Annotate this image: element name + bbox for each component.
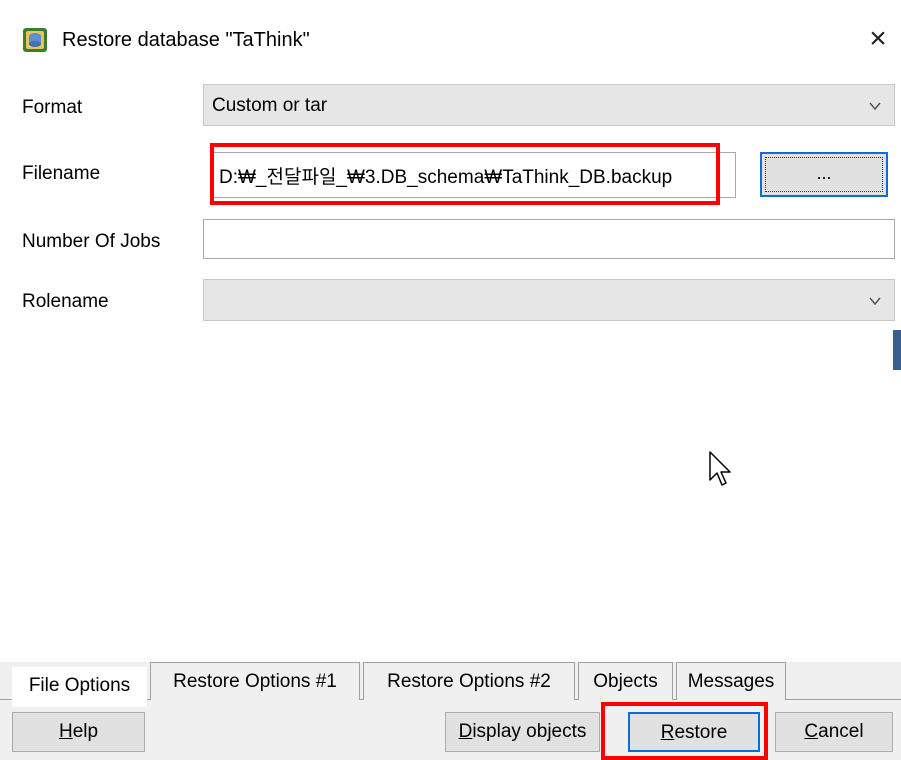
number-of-jobs-input[interactable] bbox=[203, 219, 895, 259]
database-restore-icon bbox=[22, 27, 48, 53]
tab-file-options[interactable]: File Options bbox=[12, 667, 147, 707]
help-button[interactable]: Help bbox=[12, 712, 145, 752]
tab-restore-options-1[interactable]: Restore Options #1 bbox=[150, 662, 360, 700]
rolename-label: Rolename bbox=[22, 291, 109, 312]
filename-label: Filename bbox=[22, 163, 101, 184]
restore-button[interactable]: Restore bbox=[628, 712, 760, 752]
window-title: Restore database "TaThink" bbox=[62, 29, 310, 51]
tab-messages[interactable]: Messages bbox=[676, 662, 786, 700]
tab-objects[interactable]: Objects bbox=[578, 662, 673, 700]
browse-button[interactable]: ... bbox=[760, 152, 888, 197]
format-value: Custom or tar bbox=[212, 95, 328, 116]
rolename-select[interactable] bbox=[203, 279, 895, 321]
format-label: Format bbox=[22, 97, 83, 118]
mouse-pointer-icon bbox=[708, 450, 732, 490]
format-select[interactable]: Custom or tar bbox=[203, 84, 895, 126]
tab-restore-options-2[interactable]: Restore Options #2 bbox=[363, 662, 575, 700]
jobs-label: Number Of Jobs bbox=[22, 231, 161, 252]
title-bar: Restore database "TaThink" × bbox=[0, 0, 901, 80]
display-objects-button[interactable]: Display objects bbox=[445, 712, 600, 752]
close-button[interactable]: × bbox=[858, 18, 898, 60]
scrollbar-fragment bbox=[893, 330, 901, 370]
close-icon: × bbox=[869, 22, 887, 55]
chevron-down-icon bbox=[869, 297, 881, 306]
chevron-down-icon bbox=[869, 102, 881, 111]
filename-input[interactable] bbox=[210, 152, 736, 198]
cancel-button[interactable]: Cancel bbox=[775, 712, 893, 752]
